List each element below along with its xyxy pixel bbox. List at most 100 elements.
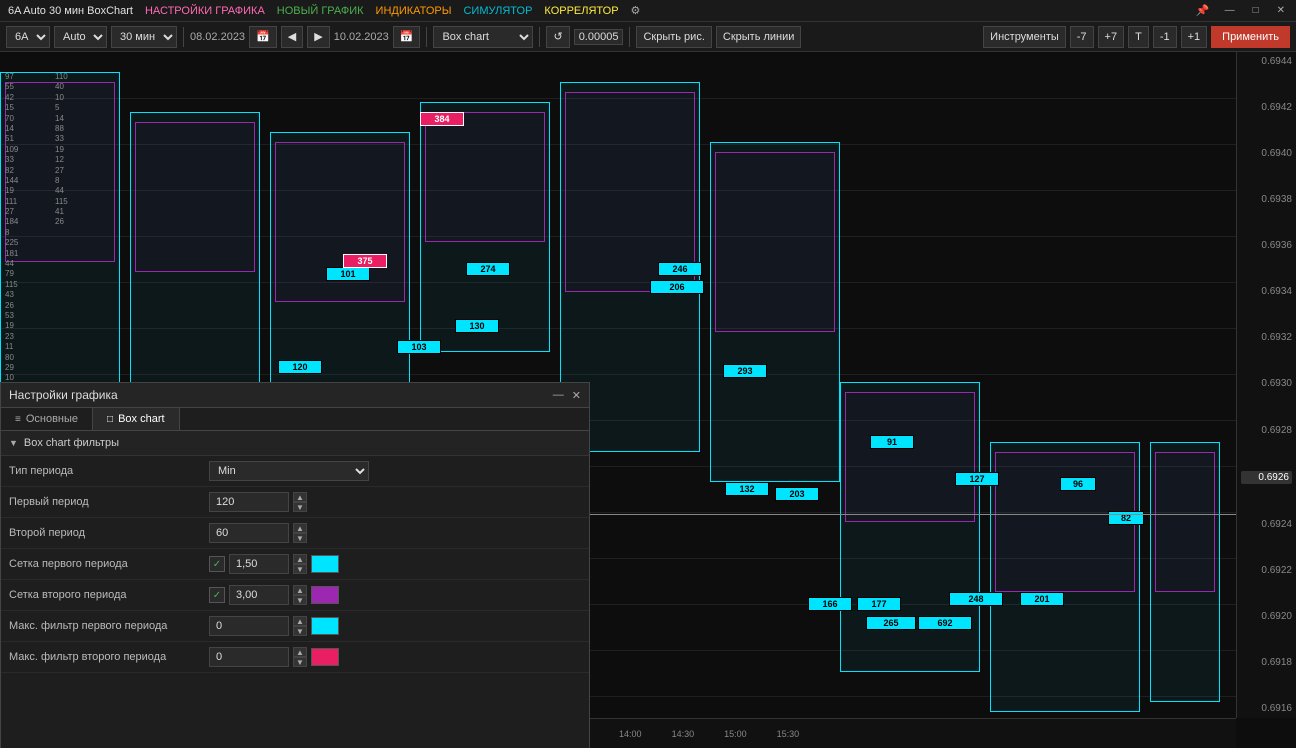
calendar-from-btn[interactable]: 📅 — [249, 26, 277, 48]
first-period-up[interactable]: ▲ — [293, 492, 307, 502]
highlight-103: 103 — [397, 340, 441, 354]
second-period-value: ▲ ▼ — [209, 523, 581, 543]
plus1-btn[interactable]: +1 — [1181, 26, 1208, 48]
period-select[interactable]: 30 мин — [111, 26, 177, 48]
toolbar: 6A Auto 30 мин 08.02.2023 📅 ◀ ▶ 10.02.20… — [0, 22, 1296, 52]
hide-chart-btn[interactable]: Скрыть рис. — [636, 26, 711, 48]
highlight-177: 177 — [857, 597, 901, 611]
price-10: 0.6922 — [1241, 565, 1292, 576]
first-period-down[interactable]: ▼ — [293, 502, 307, 512]
price-0: 0.6944 — [1241, 56, 1292, 67]
grid-second-down[interactable]: ▼ — [293, 595, 307, 605]
hide-lines-btn[interactable]: Скрыть линии — [716, 26, 802, 48]
maxfilter-first-value: ▲ ▼ — [209, 616, 581, 636]
period-type-select[interactable]: Min Hour Day — [209, 461, 369, 481]
price-12: 0.6918 — [1241, 657, 1292, 668]
box-purple-7 — [845, 392, 975, 522]
row-period-type: Тип периода Min Hour Day — [1, 456, 589, 487]
section-arrow-icon: ▼ — [9, 438, 18, 448]
basic-tab-icon: ≡ — [15, 414, 21, 425]
menu-new-chart[interactable]: НОВЫЙ ГРАФИК — [277, 5, 364, 17]
grid-first-down[interactable]: ▼ — [293, 564, 307, 574]
chart-nums-col2: 110401051488331912278441154126 — [55, 72, 68, 228]
second-period-up[interactable]: ▲ — [293, 523, 307, 533]
highlight-130: 130 — [455, 319, 499, 333]
settings-close-btn[interactable]: ✕ — [572, 389, 581, 402]
tab-boxchart[interactable]: □ Box chart — [93, 408, 180, 430]
menu-simulator[interactable]: СИМУЛЯТОР — [463, 5, 532, 17]
grid-second-label: Сетка второго периода — [9, 589, 209, 601]
minus1-btn[interactable]: -1 — [1153, 26, 1177, 48]
settings-title: Настройки графика — [9, 388, 118, 402]
maxfilter-second-up[interactable]: ▲ — [293, 647, 307, 657]
price-3: 0.6938 — [1241, 194, 1292, 205]
grid-second-up[interactable]: ▲ — [293, 585, 307, 595]
price-5: 0.6934 — [1241, 286, 1292, 297]
grid-first-checkbox[interactable]: ✓ — [209, 556, 225, 572]
row-grid-second: Сетка второго периода ✓ ▲ ▼ — [1, 580, 589, 611]
menu-correlator[interactable]: КОРРЕЛЯТОР — [544, 5, 618, 17]
mode-select[interactable]: Auto — [54, 26, 107, 48]
price-current: 0.6926 — [1241, 471, 1292, 484]
highlight-132: 132 — [725, 482, 769, 496]
menu-settings[interactable]: НАСТРОЙКИ ГРАФИКА — [145, 5, 265, 17]
menu-indicators[interactable]: ИНДИКАТОРЫ — [376, 5, 452, 17]
tab-basic[interactable]: ≡ Основные — [1, 408, 93, 430]
prev-btn[interactable]: ◀ — [281, 26, 303, 48]
maxfilter-second-color[interactable] — [311, 648, 339, 666]
close-btn[interactable]: ✕ — [1274, 5, 1288, 16]
settings-minimize-btn[interactable]: — — [553, 389, 564, 402]
chart-type-select[interactable]: Box chart — [433, 26, 533, 48]
highlight-120: 120 — [278, 360, 322, 374]
second-period-down[interactable]: ▼ — [293, 533, 307, 543]
maxfilter-first-color[interactable] — [311, 617, 339, 635]
price-11: 0.6920 — [1241, 611, 1292, 622]
grid-first-up[interactable]: ▲ — [293, 554, 307, 564]
T-btn[interactable]: T — [1128, 26, 1149, 48]
minimize-btn[interactable]: — — [1222, 5, 1238, 16]
settings-body: ▼ Box chart фильтры Тип периода Min Hour… — [1, 431, 589, 748]
highlight-692: 692 — [918, 616, 972, 630]
maxfilter-second-input[interactable] — [209, 647, 289, 667]
maxfilter-first-down[interactable]: ▼ — [293, 626, 307, 636]
grid-first-label: Сетка первого периода — [9, 558, 209, 570]
pin-icon[interactable]: 📌 — [1196, 4, 1210, 17]
price-4: 0.6936 — [1241, 240, 1292, 251]
maxfilter-first-input[interactable] — [209, 616, 289, 636]
chart-area[interactable]: 136 120 101 103 130 274 246 206 293 132 … — [0, 52, 1296, 748]
grid-first-color[interactable] — [311, 555, 339, 573]
highlight-203: 203 — [775, 487, 819, 501]
grid-second-spinner: ▲ ▼ — [293, 585, 307, 605]
reset-btn[interactable]: ↺ — [546, 26, 569, 48]
highlight-127: 127 — [955, 472, 999, 486]
settings-header: Настройки графика — ✕ — [1, 383, 589, 408]
grid-second-color[interactable] — [311, 586, 339, 604]
grid-second-value: ✓ ▲ ▼ — [209, 585, 581, 605]
gear-icon[interactable]: ⚙ — [631, 4, 641, 17]
instruments-btn[interactable]: Инструменты — [983, 26, 1066, 48]
grid-second-input[interactable] — [229, 585, 289, 605]
row-first-period: Первый период ▲ ▼ — [1, 487, 589, 518]
maxfilter-second-down[interactable]: ▼ — [293, 657, 307, 667]
symbol-select[interactable]: 6A — [6, 26, 50, 48]
date-to-label: 10.02.2023 — [334, 31, 389, 43]
grid-first-input[interactable] — [229, 554, 289, 574]
first-period-input[interactable] — [209, 492, 289, 512]
restore-btn[interactable]: □ — [1250, 5, 1262, 16]
settings-content[interactable]: ▼ Box chart фильтры Тип периода Min Hour… — [1, 431, 589, 748]
plus7-btn[interactable]: +7 — [1098, 26, 1125, 48]
next-btn[interactable]: ▶ — [307, 26, 329, 48]
highlight-96: 96 — [1060, 477, 1096, 491]
second-period-label: Второй период — [9, 527, 209, 539]
second-period-input[interactable] — [209, 523, 289, 543]
grid-second-checkbox[interactable]: ✓ — [209, 587, 225, 603]
minus7-btn[interactable]: -7 — [1070, 26, 1094, 48]
highlight-101: 101 — [326, 267, 370, 281]
apply-toolbar-btn[interactable]: Применить — [1211, 26, 1290, 48]
period-type-label: Тип периода — [9, 465, 209, 477]
maxfilter-first-up[interactable]: ▲ — [293, 616, 307, 626]
calendar-to-btn[interactable]: 📅 — [393, 26, 421, 48]
row-maxfilter-second: Макс. фильтр второго периода ▲ ▼ — [1, 642, 589, 673]
tab-boxchart-label: Box chart — [118, 413, 164, 425]
row-grid-first: Сетка первого периода ✓ ▲ ▼ — [1, 549, 589, 580]
